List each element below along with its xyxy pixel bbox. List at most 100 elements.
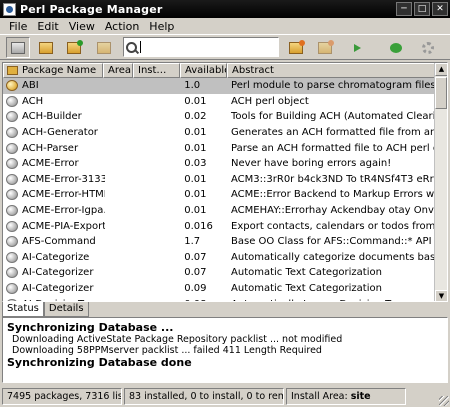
scroll-thumb[interactable]	[435, 77, 447, 109]
package-available-version: 0.03	[184, 158, 207, 170]
resize-grip[interactable]	[439, 396, 449, 406]
status-package-count: 7495 packages, 7316 listed	[2, 388, 122, 405]
upgradeable-packages-icon	[67, 39, 83, 54]
package-abstract: ACMEHAY::Errorhay Ackendbay otay Onvertc…	[231, 205, 435, 217]
window-title: Perl Package Manager	[20, 2, 163, 16]
table-row[interactable]: ACME-PIA-Export 0.016 Export contacts, cal…	[3, 218, 435, 234]
package-status-icon	[6, 80, 18, 92]
view-modified-button[interactable]	[92, 37, 116, 58]
view-upgradeable-button[interactable]	[62, 37, 86, 58]
package-available-version: 0.01	[184, 205, 207, 217]
package-available-version: 1.0	[184, 80, 201, 92]
menu-action[interactable]: Action	[100, 20, 144, 33]
column-header-name[interactable]: Package Name	[3, 63, 103, 78]
package-status-icon	[6, 236, 18, 248]
column-header-installed[interactable]: Inst…	[133, 63, 180, 78]
menu-view[interactable]: View	[64, 20, 100, 33]
view-installed-button[interactable]	[34, 37, 58, 58]
tab-status[interactable]: Status	[2, 302, 44, 317]
package-available-version: 0.07	[184, 251, 207, 263]
menu-help[interactable]: Help	[144, 20, 179, 33]
go-icon	[390, 42, 402, 53]
package-status-icon	[6, 142, 18, 154]
table-row[interactable]: ACME-Error 0.03 Never have boring errors a…	[3, 156, 435, 172]
package-name: ACME-Error	[22, 158, 79, 170]
table-row[interactable]: ACH-Builder 0.02 Tools for Building ACH (A…	[3, 109, 435, 125]
package-status-icon	[6, 220, 18, 232]
package-available-version: 0.01	[184, 173, 207, 185]
bottom-tabs: Status Details	[2, 302, 89, 317]
mark-upgrade-button[interactable]	[345, 37, 369, 58]
package-available-version: 0.07	[184, 267, 207, 279]
menu-file[interactable]: File	[4, 20, 32, 33]
status-install-area: Install Area: site	[286, 388, 406, 405]
column-header-area[interactable]: Area	[103, 63, 133, 78]
table-row[interactable]: AI-Categorizer 0.09 Automatic Text Categor…	[3, 281, 435, 297]
tab-details[interactable]: Details	[43, 302, 89, 317]
minimize-button[interactable]: ─	[396, 2, 412, 16]
table-row[interactable]: AFS-Command 1.7 Base OO Class for AFS::Com…	[3, 234, 435, 250]
column-header-available[interactable]: Available	[180, 63, 227, 78]
package-available-version: 0.09	[184, 283, 207, 295]
package-abstract: Perl module to parse chromatogram files …	[231, 80, 435, 92]
package-abstract: ACH perl object	[231, 95, 309, 107]
table-row[interactable]: AI-Categorize 0.07 Automatically categoriz…	[3, 250, 435, 266]
package-status-icon	[6, 267, 18, 279]
table-row[interactable]: ACME-Error-Igpa… 0.01 ACMEHAY::Errorhay Ac…	[3, 203, 435, 219]
package-name: ACME-Error-31337	[22, 173, 105, 185]
package-name: AI-Categorize	[22, 251, 90, 263]
mark-install-button[interactable]	[284, 37, 308, 58]
package-status-icon	[6, 283, 18, 295]
package-name: ACH-Parser	[22, 142, 79, 154]
scroll-down-button[interactable]: ▼	[435, 290, 447, 301]
menu-edit[interactable]: Edit	[32, 20, 63, 33]
view-all-packages-button[interactable]	[6, 37, 30, 58]
close-button[interactable]: ✕	[432, 2, 448, 16]
package-name: ACH	[22, 95, 44, 107]
package-abstract: Parse an ACH formatted file to ACH perl …	[231, 142, 435, 154]
preferences-button[interactable]	[416, 37, 440, 58]
package-name: ACME-PIA-Export	[22, 220, 105, 232]
table-row[interactable]: ABI 1.0 Perl module to parse chromatogram …	[3, 78, 435, 94]
package-name: AFS-Command	[22, 236, 96, 248]
package-abstract: Automatically Learns Decision Trees	[228, 299, 435, 301]
package-status-icon	[6, 251, 18, 263]
install-area-label: Install Area:	[291, 391, 348, 402]
package-abstract: Never have boring errors again!	[231, 158, 392, 170]
package-list[interactable]: Package Name Area Inst… Available Abstra…	[2, 62, 448, 302]
scroll-up-button[interactable]: ▲	[435, 63, 447, 76]
text-caret	[140, 41, 141, 53]
package-name: ACME-Error-Igpa…	[22, 205, 105, 217]
log-line: Downloading 58PPMserver packlist ... fai…	[12, 345, 322, 356]
table-row[interactable]: ACME-Error-31337 0.01 ACM3::3rR0r b4ck3ND …	[3, 172, 435, 188]
run-actions-button[interactable]	[384, 37, 408, 58]
title-bar: Perl Package Manager ─ □ ✕	[0, 0, 450, 18]
package-status-icon	[6, 95, 18, 107]
package-status-icon	[6, 189, 18, 201]
package-status-icon	[6, 127, 18, 139]
package-abstract: Generates an ACH formatted file from an …	[231, 127, 435, 139]
package-status-icon	[6, 111, 18, 123]
log-line: Downloading ActiveState Package Reposito…	[12, 334, 343, 345]
package-available-version: 0.01	[184, 127, 207, 139]
package-icon	[7, 66, 18, 75]
maximize-button[interactable]: □	[414, 2, 430, 16]
package-abstract: ACM3::3rR0r b4ck3ND To tR4NSf4T3 eRrorS …	[231, 173, 435, 185]
vertical-scrollbar[interactable]: ▲ ▼	[434, 63, 447, 301]
package-available-version: 0.01	[184, 95, 207, 107]
table-row[interactable]: ACH-Generator 0.01 Generates an ACH format…	[3, 125, 435, 141]
table-row[interactable]: ACME-Error-HTML 0.01 ACME::Error Backend t…	[3, 187, 435, 203]
table-row[interactable]: ACH-Parser 0.01 Parse an ACH formatted fil…	[3, 140, 435, 156]
mark-remove-button[interactable]	[313, 37, 337, 58]
app-icon	[3, 2, 16, 16]
package-status-icon	[6, 173, 18, 185]
status-bar: 7495 packages, 7316 listed 83 installed,…	[0, 386, 450, 407]
table-row[interactable]: ACH 0.01 ACH perl object	[3, 94, 435, 110]
status-install-count: 83 installed, 0 to install, 0 to remove	[124, 388, 284, 405]
table-row[interactable]: AI-Categorizer 0.07 Automatic Text Categor…	[3, 265, 435, 281]
column-header-abstract[interactable]: Abstract	[227, 63, 435, 78]
search-input[interactable]	[123, 37, 279, 57]
package-available-version: 0.02	[184, 111, 207, 123]
package-rows: ABI 1.0 Perl module to parse chromatogram …	[3, 78, 435, 301]
log-line: Synchronizing Database ...	[7, 321, 174, 334]
